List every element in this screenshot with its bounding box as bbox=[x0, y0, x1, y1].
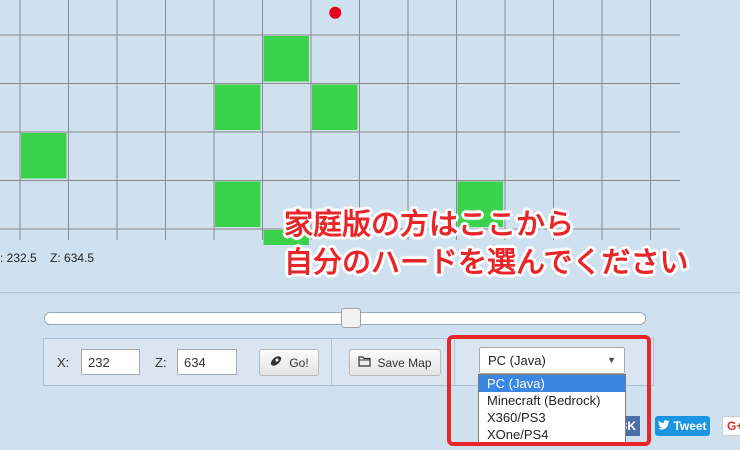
x-label: X: bbox=[57, 355, 70, 370]
biome-cell bbox=[215, 84, 261, 130]
annotation-line-1: 家庭版の方はここから bbox=[284, 207, 575, 241]
biome-cell bbox=[215, 181, 261, 227]
tweet-button[interactable]: Tweet bbox=[655, 416, 710, 436]
twitter-bird-icon bbox=[658, 419, 670, 433]
annotation-callout: 家庭版の方はここから 自分のハードを選んでください bbox=[284, 205, 689, 281]
cursor-x-readout: : 232.5 bbox=[0, 251, 37, 265]
folder-icon bbox=[358, 355, 372, 370]
z-coordinate-input[interactable] bbox=[177, 349, 237, 375]
annotation-highlight-box bbox=[447, 335, 651, 446]
section-divider bbox=[0, 292, 740, 293]
z-label: Z: bbox=[155, 355, 167, 370]
save-map-button[interactable]: Save Map bbox=[349, 349, 441, 376]
biome-cell bbox=[312, 84, 358, 130]
control-separator bbox=[331, 339, 332, 385]
google-plus-share-button[interactable]: G+ bbox=[722, 416, 740, 436]
position-marker bbox=[329, 6, 342, 19]
annotation-line-2: 自分のハードを選んでください bbox=[284, 245, 689, 279]
go-button[interactable]: Go! bbox=[259, 349, 319, 376]
cursor-z-readout: Z: 634.5 bbox=[50, 251, 95, 265]
tweet-label: Tweet bbox=[673, 419, 707, 433]
rocket-icon bbox=[269, 354, 283, 371]
save-map-label: Save Map bbox=[377, 355, 432, 370]
zoom-slider-handle[interactable] bbox=[340, 308, 361, 328]
biome-cell bbox=[263, 36, 309, 82]
cursor-coordinates: : 232.5 Z: 634.5 bbox=[0, 251, 104, 265]
biome-cell bbox=[21, 133, 67, 179]
go-button-label: Go! bbox=[289, 355, 309, 370]
x-coordinate-input[interactable] bbox=[81, 349, 140, 375]
